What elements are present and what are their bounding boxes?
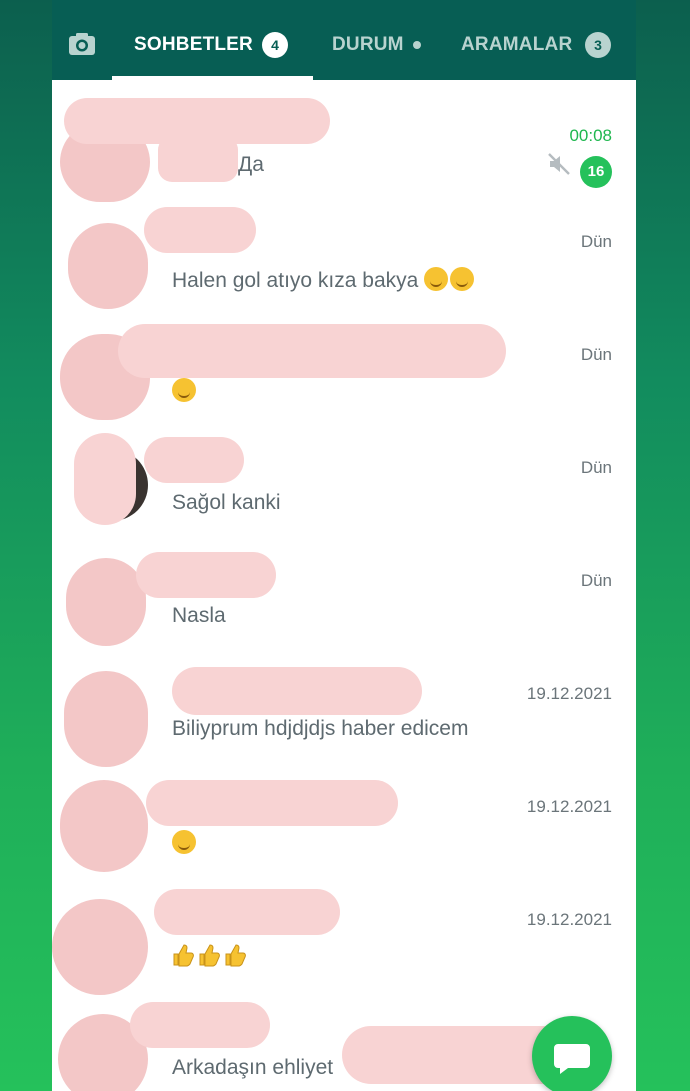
new-chat-button[interactable] xyxy=(532,1016,612,1091)
message-preview: Да xyxy=(238,153,264,176)
grinning-sweat-emoji-icon xyxy=(450,267,475,291)
active-tab-indicator xyxy=(112,76,313,80)
camera-icon[interactable] xyxy=(66,28,98,60)
chat-row[interactable]: 19.12.2021 xyxy=(52,766,636,879)
chat-app: SOHBETLER 4 DURUM ARAMALAR 3 Да 00:08 16 xyxy=(52,0,636,1091)
thumbs-up-emoji-icon xyxy=(225,944,246,967)
unread-count-badge: 16 xyxy=(580,156,612,188)
new-chat-icon xyxy=(554,1044,590,1074)
chat-row[interactable]: Biliyprum hdjdjdjs haber edicem 19.12.20… xyxy=(52,653,636,767)
message-time: Dün xyxy=(580,232,612,251)
top-tab-bar: SOHBETLER 4 DURUM ARAMALAR 3 xyxy=(52,0,636,80)
redacted-contact-name xyxy=(146,780,398,826)
tab-calls-label: ARAMALAR xyxy=(461,34,573,55)
smiling-blush-emoji-icon xyxy=(172,830,196,854)
message-time: Dün xyxy=(580,458,612,477)
thumbs-up-emoji-icon xyxy=(199,944,220,967)
calls-count-badge: 3 xyxy=(585,32,611,58)
message-time: Dün xyxy=(580,345,612,364)
chat-row[interactable]: Sağol kanki Dün xyxy=(52,427,636,540)
message-preview: Biliyprum hdjdjdjs haber edicem xyxy=(172,717,469,740)
message-preview-text: Halen gol atıyo kıza bakya xyxy=(172,269,419,292)
message-time: Dün xyxy=(580,571,612,590)
muted-speaker-icon xyxy=(548,153,570,175)
message-time: 19.12.2021 xyxy=(526,684,612,703)
redacted-avatar-mark xyxy=(74,433,136,525)
message-preview: Arkadaşın ehliyet xyxy=(172,1056,334,1079)
avatar[interactable] xyxy=(64,671,148,767)
message-time: 19.12.2021 xyxy=(526,910,612,929)
chat-row[interactable]: Halen gol atıyo kıza bakya Dün xyxy=(52,201,636,314)
avatar[interactable] xyxy=(52,899,148,995)
thumbs-up-emoji-icon xyxy=(173,944,194,967)
redacted-contact-name xyxy=(154,889,340,935)
chat-row[interactable]: Nasla Dün xyxy=(52,540,636,653)
tab-status-label: DURUM xyxy=(332,34,404,55)
avatar[interactable] xyxy=(66,558,146,646)
redacted-contact-name xyxy=(136,552,276,598)
tab-chats-label: SOHBETLER xyxy=(134,34,253,55)
chats-count-badge: 4 xyxy=(262,32,288,58)
message-preview: Nasla xyxy=(172,604,226,627)
redacted-contact-name xyxy=(144,437,244,483)
message-preview-emoji xyxy=(172,943,250,969)
tab-chats[interactable]: SOHBETLER 4 xyxy=(112,0,313,80)
message-preview: Sağol kanki xyxy=(172,491,281,514)
chat-row[interactable]: 19.12.2021 xyxy=(52,879,636,995)
tab-calls[interactable]: ARAMALAR 3 xyxy=(447,0,636,80)
message-preview: Halen gol atıyo kıza bakya xyxy=(172,267,476,293)
avatar[interactable] xyxy=(68,223,148,309)
redacted-contact-name xyxy=(172,667,422,715)
message-preview-emoji xyxy=(172,830,198,856)
redacted-text xyxy=(158,136,238,182)
redacted-contact-name xyxy=(144,207,256,253)
smiling-blush-emoji-icon xyxy=(172,378,196,402)
redacted-contact-name xyxy=(118,324,506,378)
message-preview-emoji xyxy=(172,378,198,404)
avatar[interactable] xyxy=(60,780,148,872)
redacted-contact-name xyxy=(130,1002,270,1048)
grinning-sweat-emoji-icon xyxy=(424,267,449,291)
message-time: 00:08 xyxy=(569,126,612,145)
chat-row[interactable]: Да 00:08 16 xyxy=(52,88,636,202)
tab-status[interactable]: DURUM xyxy=(314,0,434,80)
status-update-dot xyxy=(413,41,421,49)
message-time: 19.12.2021 xyxy=(526,797,612,816)
chat-row[interactable]: Dün xyxy=(52,314,636,427)
